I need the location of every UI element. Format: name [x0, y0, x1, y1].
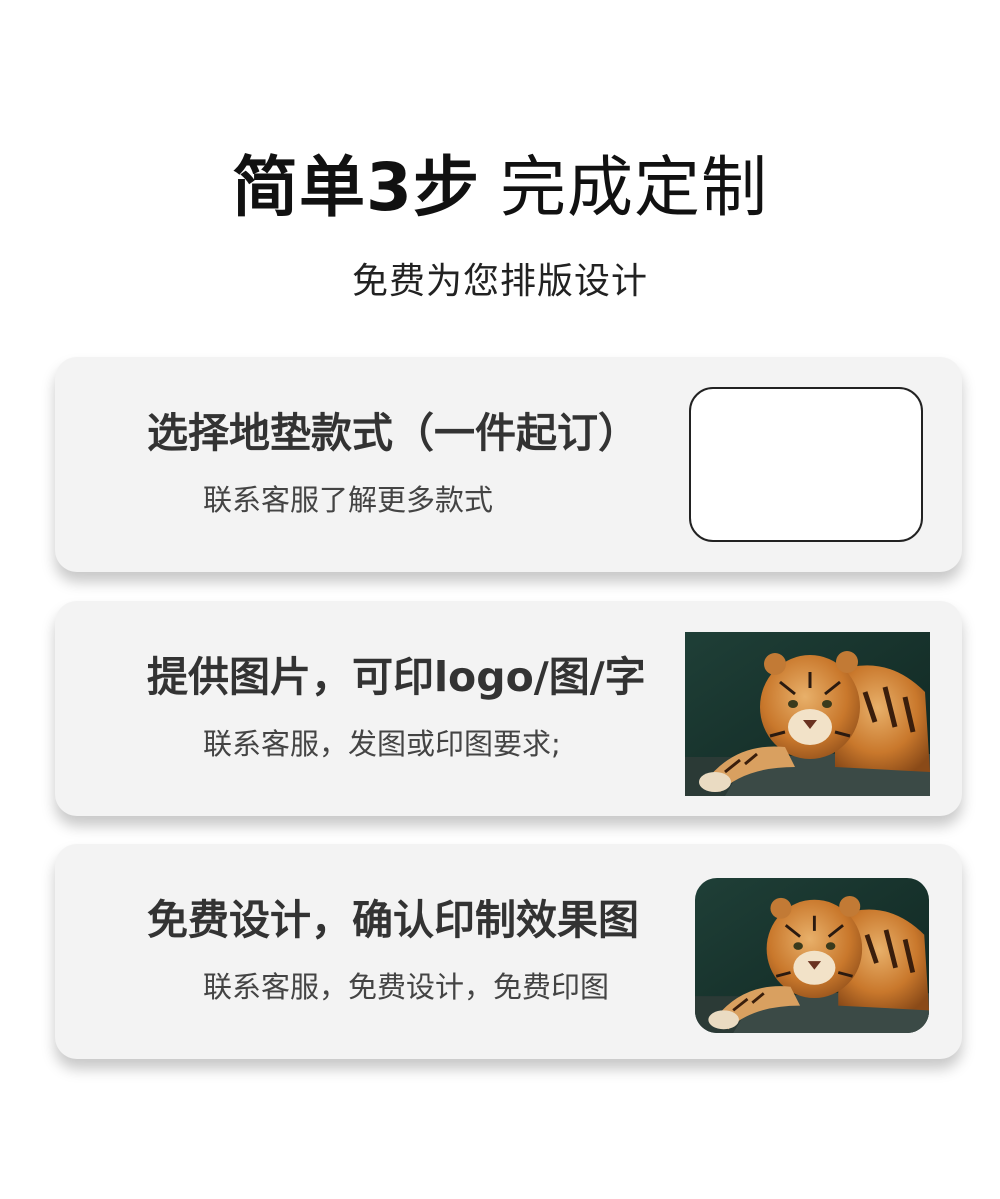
tiger-photo-rounded [695, 878, 929, 1033]
step-card-1: 选择地垫款式（一件起订） 联系客服了解更多款式 [55, 357, 962, 572]
step-1-description: 联系客服了解更多款式 [203, 483, 494, 517]
step-1-heading: 选择地垫款式（一件起订） [147, 409, 639, 457]
title-bold: 简单3步 [232, 149, 480, 226]
page-title: 简单3步 完成定制 [0, 148, 1000, 228]
title-light: 完成定制 [499, 149, 768, 226]
step-2-heading: 提供图片，可印logo/图/字 [147, 653, 646, 701]
blank-mat-swatch [689, 387, 923, 542]
step-2-description: 联系客服，发图或印图要求; [203, 727, 561, 761]
step-3-description: 联系客服，免费设计，免费印图 [203, 970, 610, 1004]
tiger-photo [685, 632, 930, 796]
step-3-heading: 免费设计，确认印制效果图 [147, 896, 639, 944]
step-card-2: 提供图片，可印logo/图/字 联系客服，发图或印图要求; [55, 601, 962, 816]
step-card-3: 免费设计，确认印制效果图 联系客服，免费设计，免费印图 [55, 844, 962, 1059]
page-subtitle: 免费为您排版设计 [351, 261, 648, 302]
